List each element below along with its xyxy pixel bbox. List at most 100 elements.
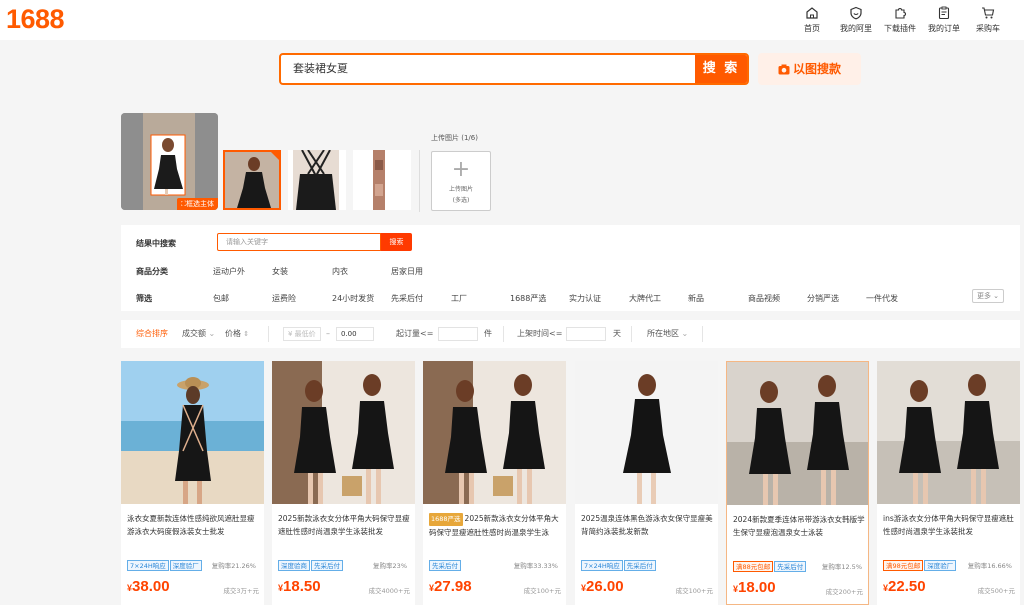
nav-cart[interactable]: 采购车 xyxy=(966,6,1010,34)
product-card[interactable]: 2024新款夏季连体吊带游泳衣女韩版学生保守显瘦泡温泉女士泳装 满88元包邮 先采… xyxy=(726,361,869,605)
product-title[interactable]: 2025新款泳衣女分体平角大码保守显瘦遮肚性感时尚温泉学生泳装批发 xyxy=(278,512,410,540)
product-image[interactable] xyxy=(423,361,566,504)
category-item[interactable]: 运动户外 xyxy=(213,266,245,277)
product-image[interactable] xyxy=(121,361,264,504)
search-bar: 套装裙女夏 搜 索 xyxy=(279,53,749,85)
product-title[interactable]: 2025温泉连体黑色游泳衣女保守显瘦美背简约泳装批发新款 xyxy=(581,512,713,540)
product-title[interactable]: 1688严选 2025新款泳衣女分体平角大码保守显瘦遮肚性感时尚温泉学生泳 xyxy=(429,512,561,540)
screen-item[interactable]: 先采后付 xyxy=(391,293,423,304)
screen-item[interactable]: 1688严选 xyxy=(510,293,546,304)
screen-item[interactable]: 大牌代工 xyxy=(629,293,661,304)
product-image[interactable] xyxy=(575,361,718,504)
order-list-icon xyxy=(938,6,950,20)
puzzle-icon xyxy=(895,8,906,19)
image-thumb-2[interactable] xyxy=(288,150,346,210)
screen-item[interactable]: 工厂 xyxy=(451,293,467,304)
product-image[interactable] xyxy=(877,361,1020,504)
image-thumb-1[interactable] xyxy=(223,150,281,210)
category-item[interactable]: 内衣 xyxy=(332,266,348,277)
sales-volume: 成交500+元 xyxy=(977,587,1015,595)
nav-my-ali[interactable]: 我的阿里 xyxy=(834,6,878,34)
product-tags: 满88元包邮 先采后付 复购率12.5% xyxy=(733,561,867,573)
screen-item[interactable]: 一件代发 xyxy=(866,293,898,304)
upload-box-label: 上传图片 xyxy=(448,186,473,193)
sales-volume: 成交4000+元 xyxy=(368,587,411,595)
image-thumb-3[interactable] xyxy=(353,150,411,210)
keyword-filter-button[interactable]: 搜索 xyxy=(381,233,412,251)
product-title[interactable]: 泳衣女夏新款连体性感纯欲风遮肚显瘦游泳衣大码度假泳装女士批发 xyxy=(127,512,259,540)
search-input[interactable]: 套装裙女夏 xyxy=(293,55,348,83)
sales-volume: 成交100+元 xyxy=(675,587,713,595)
nav-my-orders-label: 我的订单 xyxy=(928,24,960,33)
repurchase-rate: 复购率33.33% xyxy=(513,562,558,570)
max-price-input[interactable]: 0.00 xyxy=(336,327,374,341)
select-subject-button[interactable]: ⛶框选主体 xyxy=(177,198,218,210)
upload-image-button[interactable]: + 上传图片 (多选) xyxy=(431,151,491,211)
more-filters-button[interactable]: 更多 ⌄ xyxy=(972,289,1004,303)
screen-item[interactable]: 包邮 xyxy=(213,293,229,304)
min-price-input[interactable]: ¥ 最低价 xyxy=(283,327,321,341)
nav-my-orders[interactable]: 我的订单 xyxy=(922,6,966,34)
service-tag: 深度验厂 xyxy=(169,560,202,571)
nav-download-plugin-label: 下载插件 xyxy=(884,24,916,33)
search-button[interactable]: 搜 索 xyxy=(695,55,747,83)
product-price: ¥26.00 xyxy=(581,578,624,595)
more-label: 更多 xyxy=(976,292,991,300)
region-select[interactable]: 所在地区 ⌄ xyxy=(647,320,688,348)
repurchase-rate: 复购率16.66% xyxy=(967,562,1012,570)
moq-unit: 件 xyxy=(484,329,492,338)
select-subject-label: 框选主体 xyxy=(186,200,214,208)
keyword-filter-input[interactable]: 请输入关键字 xyxy=(217,233,381,251)
product-price: ¥38.00 xyxy=(127,578,170,595)
service-tag: 先采后付 xyxy=(429,560,461,571)
preview-photo xyxy=(121,113,218,210)
category-item[interactable]: 女装 xyxy=(272,266,288,277)
category-item[interactable]: 居家日用 xyxy=(391,266,423,277)
camera-icon xyxy=(778,64,790,75)
sort-price[interactable]: 价格 ⇕ xyxy=(225,320,249,348)
product-card[interactable]: 1688严选 2025新款泳衣女分体平角大码保守显瘦遮肚性感时尚温泉学生泳 先采后… xyxy=(423,361,566,605)
product-card[interactable]: 泳衣女夏新款连体性感纯欲风遮肚显瘦游泳衣大码度假泳装女士批发 7×24H响应 深度… xyxy=(121,361,264,605)
sort-volume[interactable]: 成交额 ⌄ xyxy=(182,320,215,348)
screen-item[interactable]: 商品视频 xyxy=(748,293,780,304)
screen-label: 筛选 xyxy=(136,294,152,303)
listed-time-input[interactable] xyxy=(566,327,606,341)
plus-icon: + xyxy=(451,157,471,182)
product-tags: 深度验商 先采后付 复购率23% xyxy=(278,560,412,572)
sort-overall[interactable]: 综合排序 xyxy=(136,320,168,348)
product-title[interactable]: 2024新款夏季连体吊带游泳衣女韩版学生保守显瘦泡温泉女士泳装 xyxy=(733,513,865,541)
promo-tag: 满98元包邮 xyxy=(883,560,924,571)
product-image[interactable] xyxy=(272,361,415,504)
moq-label: 起订量<= xyxy=(396,329,434,338)
screen-item[interactable]: 分销严选 xyxy=(807,293,839,304)
product-card[interactable]: ins游泳衣女分体平角大码保守显瘦遮肚性感时尚温泉学生泳装批发 满98元包邮 深度… xyxy=(877,361,1020,605)
nav-home[interactable]: 首页 xyxy=(790,6,834,34)
service-tag: 先采后付 xyxy=(311,560,343,571)
screen-item[interactable]: 实力认证 xyxy=(569,293,601,304)
product-title[interactable]: ins游泳衣女分体平角大码保守显瘦遮肚性感时尚温泉学生泳装批发 xyxy=(883,512,1015,540)
product-tags: 7×24H响应 深度验厂 复购率21.26% xyxy=(127,560,261,572)
chevron-down-icon: ⌄ xyxy=(990,292,1000,300)
product-card[interactable]: 2025新款泳衣女分体平角大码保守显瘦遮肚性感时尚温泉学生泳装批发 深度验商 先采… xyxy=(272,361,415,605)
moq-input[interactable] xyxy=(438,327,478,341)
thumb-photo xyxy=(288,150,346,210)
product-image[interactable] xyxy=(727,362,868,505)
screen-item[interactable]: 新品 xyxy=(688,293,704,304)
product-card[interactable]: 2025温泉连体黑色游泳衣女保守显瘦美背简约泳装批发新款 7×24H响应 先采后付… xyxy=(575,361,718,605)
price-value: 26.00 xyxy=(586,578,624,595)
product-tags: 7×24H响应 先采后付 xyxy=(581,560,715,572)
repurchase-rate: 复购率21.26% xyxy=(211,562,256,570)
listed-time-unit: 天 xyxy=(613,329,621,338)
sales-volume: 成交200+元 xyxy=(825,588,863,596)
site-logo[interactable]: 1688 xyxy=(6,4,65,35)
screen-item[interactable]: 24小时发货 xyxy=(332,293,374,304)
price-range-dash: – xyxy=(326,329,330,338)
price-value: 18.50 xyxy=(283,578,321,595)
sort-price-label: 价格 xyxy=(225,329,241,338)
divider xyxy=(631,326,632,342)
nav-download-plugin[interactable]: 下载插件 xyxy=(878,6,922,34)
image-search-button[interactable]: 以图搜款 xyxy=(758,53,861,85)
sales-volume: 成交100+元 xyxy=(523,587,561,595)
search-image-preview[interactable]: ⛶框选主体 xyxy=(121,113,218,210)
screen-item[interactable]: 运费险 xyxy=(272,293,296,304)
